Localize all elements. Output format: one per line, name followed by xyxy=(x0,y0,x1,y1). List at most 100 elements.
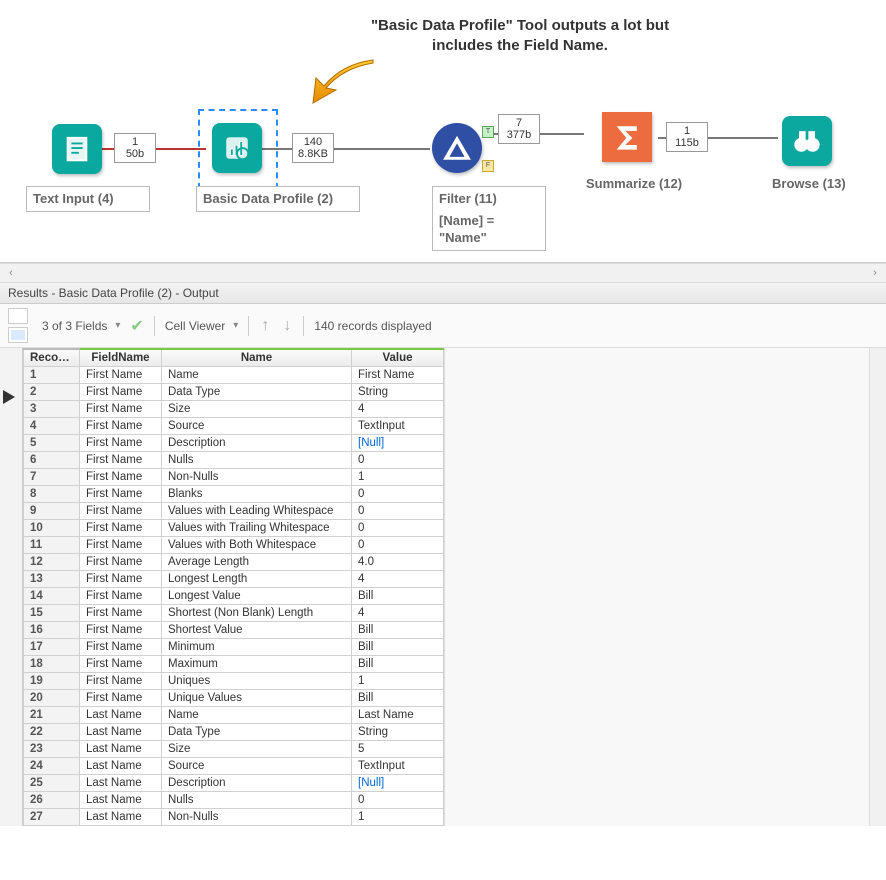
cell-fieldname: First Name xyxy=(80,418,162,435)
cell-value: 0 xyxy=(352,792,444,809)
cell-record: 23 xyxy=(24,741,80,758)
cell-name: Average Length xyxy=(162,554,352,571)
results-table[interactable]: Record # FieldName Name Value 1First Nam… xyxy=(23,348,444,826)
sigma-icon xyxy=(612,122,642,152)
cell-fieldname: First Name xyxy=(80,384,162,401)
cell-name: Longest Length xyxy=(162,571,352,588)
canvas-horizontal-scrollbar[interactable]: ‹ › xyxy=(0,263,886,283)
table-row[interactable]: 20First NameUnique ValuesBill xyxy=(24,690,444,707)
badge-filter: 7 377b xyxy=(498,114,540,144)
cell-name: Data Type xyxy=(162,384,352,401)
cell-record: 22 xyxy=(24,724,80,741)
cell-fieldname: First Name xyxy=(80,469,162,486)
table-row[interactable]: 15First NameShortest (Non Blank) Length4 xyxy=(24,605,444,622)
cell-name: Nulls xyxy=(162,792,352,809)
cell-viewer-dropdown[interactable]: Cell Viewer xyxy=(165,319,239,333)
table-row[interactable]: 27Last NameNon-Nulls1 xyxy=(24,809,444,826)
table-row[interactable]: 19First NameUniques1 xyxy=(24,673,444,690)
sort-asc-button[interactable]: ↑ xyxy=(259,317,271,335)
table-row[interactable]: 12First NameAverage Length4.0 xyxy=(24,554,444,571)
col-value[interactable]: Value xyxy=(352,349,444,367)
tool-filter[interactable] xyxy=(432,123,482,173)
cell-record: 3 xyxy=(24,401,80,418)
cell-record: 11 xyxy=(24,537,80,554)
table-row[interactable]: 24Last NameSourceTextInput xyxy=(24,758,444,775)
cell-record: 19 xyxy=(24,673,80,690)
cell-record: 18 xyxy=(24,656,80,673)
messages-view-icon[interactable] xyxy=(8,308,28,324)
label-filter: Filter (11) [Name] = "Name" xyxy=(432,186,546,251)
badge-summarize: 1 115b xyxy=(666,122,708,152)
table-row[interactable]: 11First NameValues with Both Whitespace0 xyxy=(24,537,444,554)
cell-record: 1 xyxy=(24,367,80,384)
tool-basic-data-profile[interactable] xyxy=(212,123,262,173)
cell-fieldname: First Name xyxy=(80,588,162,605)
table-row[interactable]: 14First NameLongest ValueBill xyxy=(24,588,444,605)
filter-true-port[interactable]: T xyxy=(482,126,494,138)
sort-desc-button[interactable]: ↓ xyxy=(281,317,293,335)
cell-name: Unique Values xyxy=(162,690,352,707)
scroll-right-button[interactable]: › xyxy=(868,267,882,279)
table-row[interactable]: 1First NameNameFirst Name xyxy=(24,367,444,384)
cell-record: 8 xyxy=(24,486,80,503)
cell-fieldname: First Name xyxy=(80,452,162,469)
col-name[interactable]: Name xyxy=(162,349,352,367)
table-row[interactable]: 4First NameSourceTextInput xyxy=(24,418,444,435)
table-row[interactable]: 17First NameMinimumBill xyxy=(24,639,444,656)
callout-text: "Basic Data Profile" Tool outputs a lot … xyxy=(370,16,670,55)
cell-fieldname: First Name xyxy=(80,554,162,571)
table-row[interactable]: 18First NameMaximumBill xyxy=(24,656,444,673)
cell-record: 10 xyxy=(24,520,80,537)
cell-record: 9 xyxy=(24,503,80,520)
table-row[interactable]: 25Last NameDescription[Null] xyxy=(24,775,444,792)
table-row[interactable]: 2First NameData TypeString xyxy=(24,384,444,401)
cell-name: Values with Trailing Whitespace xyxy=(162,520,352,537)
cell-record: 26 xyxy=(24,792,80,809)
results-vertical-scrollbar[interactable] xyxy=(869,348,886,826)
cell-value: Bill xyxy=(352,622,444,639)
cell-name: Name xyxy=(162,367,352,384)
table-header-row: Record # FieldName Name Value xyxy=(24,349,444,367)
tool-browse[interactable] xyxy=(782,116,832,166)
filter-false-port[interactable]: F xyxy=(482,160,494,172)
cell-name: Description xyxy=(162,775,352,792)
table-row[interactable]: 6First NameNulls0 xyxy=(24,452,444,469)
apply-check-icon[interactable]: ✔ xyxy=(130,316,143,336)
tool-text-input[interactable] xyxy=(52,124,102,174)
badge-text-input: 1 50b xyxy=(114,133,156,163)
records-count-text: 140 records displayed xyxy=(314,319,431,333)
cell-name: Shortest (Non Blank) Length xyxy=(162,605,352,622)
fields-dropdown[interactable]: 3 of 3 Fields xyxy=(42,319,120,333)
cell-record: 6 xyxy=(24,452,80,469)
label-summarize: Summarize (12) xyxy=(580,172,722,196)
cell-name: Shortest Value xyxy=(162,622,352,639)
table-row[interactable]: 5First NameDescription[Null] xyxy=(24,435,444,452)
table-row[interactable]: 26Last NameNulls0 xyxy=(24,792,444,809)
binoculars-icon xyxy=(792,126,822,156)
cell-fieldname: First Name xyxy=(80,435,162,452)
table-row[interactable]: 22Last NameData TypeString xyxy=(24,724,444,741)
tool-summarize[interactable] xyxy=(602,112,652,162)
col-fieldname[interactable]: FieldName xyxy=(80,349,162,367)
scroll-left-button[interactable]: ‹ xyxy=(4,267,18,279)
cell-record: 24 xyxy=(24,758,80,775)
table-row[interactable]: 13First NameLongest Length4 xyxy=(24,571,444,588)
cell-fieldname: First Name xyxy=(80,367,162,384)
results-panel-title: Results - Basic Data Profile (2) - Outpu… xyxy=(0,283,886,304)
table-row[interactable]: 23Last NameSize5 xyxy=(24,741,444,758)
table-row[interactable]: 7First NameNon-Nulls1 xyxy=(24,469,444,486)
workflow-canvas[interactable]: "Basic Data Profile" Tool outputs a lot … xyxy=(0,0,886,263)
label-basic-data-profile: Basic Data Profile (2) xyxy=(196,186,360,212)
cell-record: 20 xyxy=(24,690,80,707)
table-row[interactable]: 10First NameValues with Trailing Whitesp… xyxy=(24,520,444,537)
table-row[interactable]: 3First NameSize4 xyxy=(24,401,444,418)
cell-name: Size xyxy=(162,401,352,418)
cell-value: 4.0 xyxy=(352,554,444,571)
table-row[interactable]: 9First NameValues with Leading Whitespac… xyxy=(24,503,444,520)
cell-value: 0 xyxy=(352,503,444,520)
table-row[interactable]: 8First NameBlanks0 xyxy=(24,486,444,503)
table-view-icon[interactable] xyxy=(8,327,28,343)
col-record[interactable]: Record # xyxy=(24,349,80,367)
table-row[interactable]: 21Last NameNameLast Name xyxy=(24,707,444,724)
table-row[interactable]: 16First NameShortest ValueBill xyxy=(24,622,444,639)
